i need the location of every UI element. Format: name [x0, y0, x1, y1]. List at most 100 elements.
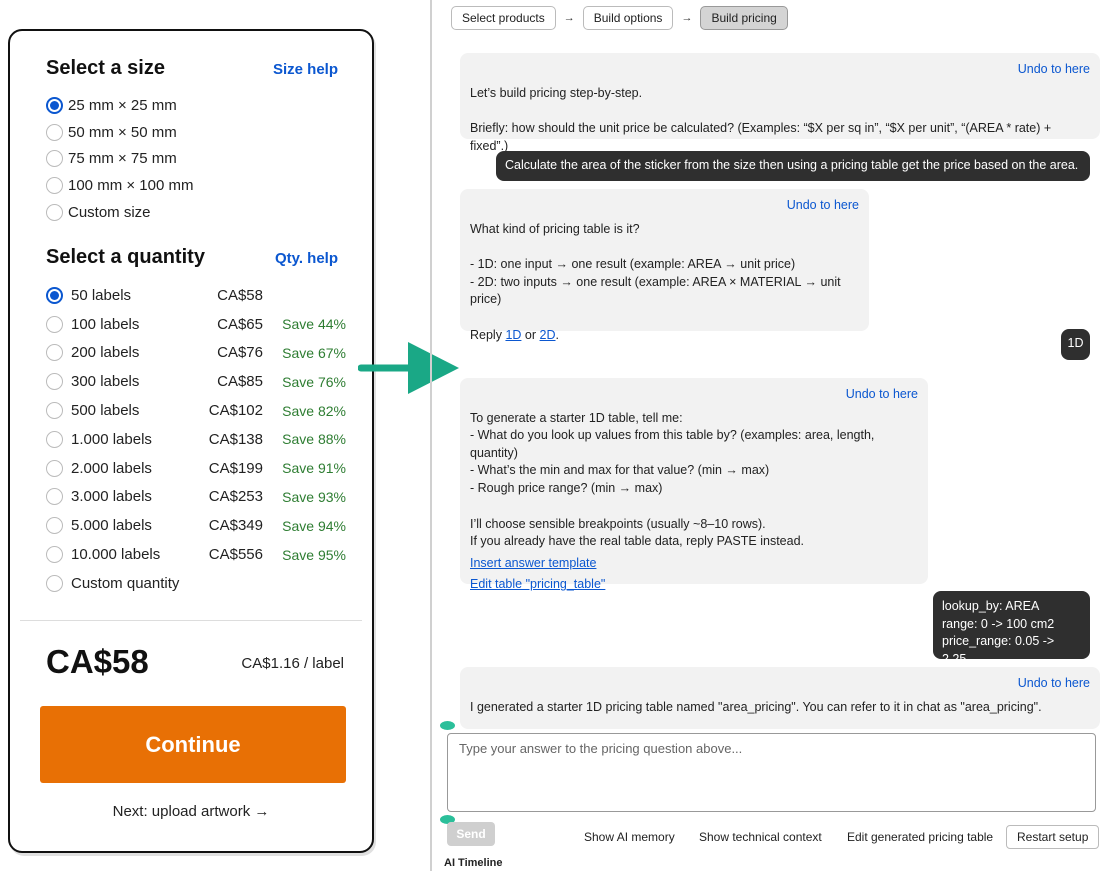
- savings-badge: Save 94%: [282, 517, 346, 534]
- next-step-text: Next: upload artwork →: [112, 803, 270, 820]
- size-help-link[interactable]: Size help: [273, 61, 338, 78]
- message-text: - Rough price range? (min → max): [470, 480, 663, 495]
- radio-button[interactable]: [46, 123, 63, 141]
- user-message: lookup_by: AREA range: 0 -> 100 cm2 pric…: [933, 591, 1090, 666]
- quantity-price: CA$138: [208, 430, 263, 448]
- undo-to-here-link[interactable]: Undo to here: [470, 675, 1090, 693]
- total-price: CA$58: [46, 643, 149, 680]
- reply-2d-link[interactable]: 2D: [540, 328, 556, 342]
- quantity-label: 2.000 labels: [71, 459, 152, 477]
- radio-button[interactable]: [46, 315, 63, 333]
- quantity-option[interactable]: 100 labels CA$65 Save 44%: [46, 310, 346, 339]
- continue-button[interactable]: Continue: [40, 706, 346, 783]
- quantity-label: 3.000 labels: [71, 488, 152, 506]
- radio-button[interactable]: [46, 373, 63, 391]
- send-button[interactable]: Send: [447, 822, 495, 846]
- radio-button[interactable]: [46, 176, 63, 194]
- size-option-label: 100 mm × 100 mm: [68, 176, 194, 194]
- restart-setup-button[interactable]: Restart setup: [1006, 825, 1100, 849]
- edit-table-link[interactable]: Edit table "pricing_table": [470, 576, 918, 594]
- size-option[interactable]: 75 mm × 75 mm: [46, 145, 193, 172]
- message-text: What kind of pricing table is it?: [470, 221, 640, 236]
- radio-button[interactable]: [46, 344, 63, 362]
- reply-1d-link[interactable]: 1D: [505, 328, 521, 342]
- ai-timeline-label: AI Timeline: [444, 857, 503, 869]
- radio-button[interactable]: [46, 96, 63, 114]
- size-option-label: 75 mm × 75 mm: [68, 150, 177, 168]
- radio-button[interactable]: [46, 203, 63, 221]
- breadcrumb-build-pricing[interactable]: Build pricing: [700, 6, 788, 30]
- quantity-option[interactable]: 500 labels CA$102 Save 82%: [46, 396, 346, 425]
- quantity-options: 50 labels CA$58 100 labels CA$65 Save 44% 200…: [46, 281, 346, 598]
- quantity-option[interactable]: 50 labels CA$58: [46, 281, 346, 310]
- radio-button[interactable]: [46, 517, 63, 535]
- size-option-label: Custom size: [68, 203, 151, 221]
- panel-separator: [430, 0, 432, 871]
- insert-answer-template-link[interactable]: Insert answer template: [470, 555, 918, 573]
- quantity-option[interactable]: 300 labels CA$85 Save 76%: [46, 367, 346, 396]
- savings-badge: Save 95%: [282, 546, 346, 563]
- breadcrumb-build-options[interactable]: Build options: [582, 6, 674, 30]
- reply-text: .: [555, 327, 559, 342]
- quantity-option[interactable]: 5.000 labels CA$349 Save 94%: [46, 511, 346, 540]
- radio-button[interactable]: [46, 459, 63, 477]
- radio-button[interactable]: [46, 488, 63, 506]
- assistant-message: Undo to here What kind of pricing table …: [460, 189, 869, 342]
- quantity-option[interactable]: 1.000 labels CA$138 Save 88%: [46, 425, 346, 454]
- size-option[interactable]: 100 mm × 100 mm: [46, 172, 193, 199]
- size-section-header: Select a size Size help: [46, 57, 338, 80]
- reply-options: Reply 1D or 2D.: [470, 327, 859, 345]
- size-option[interactable]: 25 mm × 25 mm: [46, 92, 193, 119]
- message-text: - 2D: two inputs → one result (example: …: [470, 274, 841, 307]
- breadcrumb-arrow-icon: →: [563, 12, 575, 24]
- quantity-option[interactable]: 10.000 labels CA$556 Save 95%: [46, 540, 346, 569]
- quantity-label: 5.000 labels: [71, 517, 152, 535]
- qty-section-header: Select a quantity Qty. help: [46, 246, 338, 269]
- quantity-option[interactable]: 3.000 labels CA$253 Save 93%: [46, 483, 346, 512]
- chat-transcript[interactable]: Undo to here Let’s build pricing step-by…: [446, 42, 1100, 729]
- qty-help-link[interactable]: Qty. help: [275, 250, 338, 267]
- quantity-price: CA$102: [208, 402, 263, 420]
- message-text: price_range: 0.05 -> 2.25: [942, 634, 1055, 666]
- message-text: - What’s the min and max for that value?…: [470, 463, 770, 478]
- message-text: - What do you look up values from this t…: [470, 428, 875, 460]
- reply-text: Reply: [470, 327, 502, 342]
- size-option[interactable]: 50 mm × 50 mm: [46, 119, 193, 146]
- quantity-label: 100 labels: [71, 315, 140, 333]
- size-option-label: 25 mm × 25 mm: [68, 96, 177, 114]
- quantity-option[interactable]: 200 labels CA$76 Save 67%: [46, 339, 346, 368]
- undo-to-here-link[interactable]: Undo to here: [470, 197, 859, 215]
- undo-to-here-link[interactable]: Undo to here: [470, 61, 1090, 79]
- quantity-price: CA$556: [208, 546, 263, 564]
- radio-button[interactable]: [46, 430, 63, 448]
- assistant-message: Undo to here I generated a starter 1D pr…: [460, 667, 1100, 729]
- answer-input[interactable]: Type your answer to the pricing question…: [447, 733, 1096, 812]
- size-option[interactable]: Custom size: [46, 199, 193, 226]
- savings-badge: Save 91%: [282, 460, 346, 477]
- unit-price: CA$1.16 / label: [241, 655, 344, 672]
- user-message: Calculate the area of the sticker from t…: [496, 151, 1090, 181]
- quantity-price: CA$199: [208, 459, 263, 477]
- card-divider: [20, 620, 362, 621]
- radio-button[interactable]: [46, 150, 63, 168]
- radio-button[interactable]: [46, 286, 63, 304]
- show-technical-context-button[interactable]: Show technical context: [699, 825, 822, 849]
- quantity-option[interactable]: Custom quantity: [46, 569, 346, 598]
- breadcrumb: Select products → Build options → Build …: [451, 6, 788, 30]
- radio-button[interactable]: [46, 546, 63, 564]
- quantity-label: 50 labels: [71, 286, 132, 304]
- breadcrumb-select-products[interactable]: Select products: [451, 6, 556, 30]
- savings-badge: Save 76%: [282, 373, 346, 390]
- resize-handle-icon[interactable]: [440, 721, 455, 730]
- undo-to-here-link[interactable]: Undo to here: [470, 386, 918, 404]
- edit-generated-pricing-table-button[interactable]: Edit generated pricing table: [847, 825, 993, 849]
- radio-button[interactable]: [46, 574, 63, 592]
- show-ai-memory-button[interactable]: Show AI memory: [584, 825, 675, 849]
- savings-badge: Save 82%: [282, 402, 346, 419]
- quantity-label: 300 labels: [71, 373, 140, 391]
- right-arrow-icon: [358, 342, 459, 394]
- quantity-price: CA$76: [217, 344, 263, 362]
- quantity-label: Custom quantity: [71, 574, 180, 592]
- quantity-option[interactable]: 2.000 labels CA$199 Save 91%: [46, 454, 346, 483]
- radio-button[interactable]: [46, 402, 63, 420]
